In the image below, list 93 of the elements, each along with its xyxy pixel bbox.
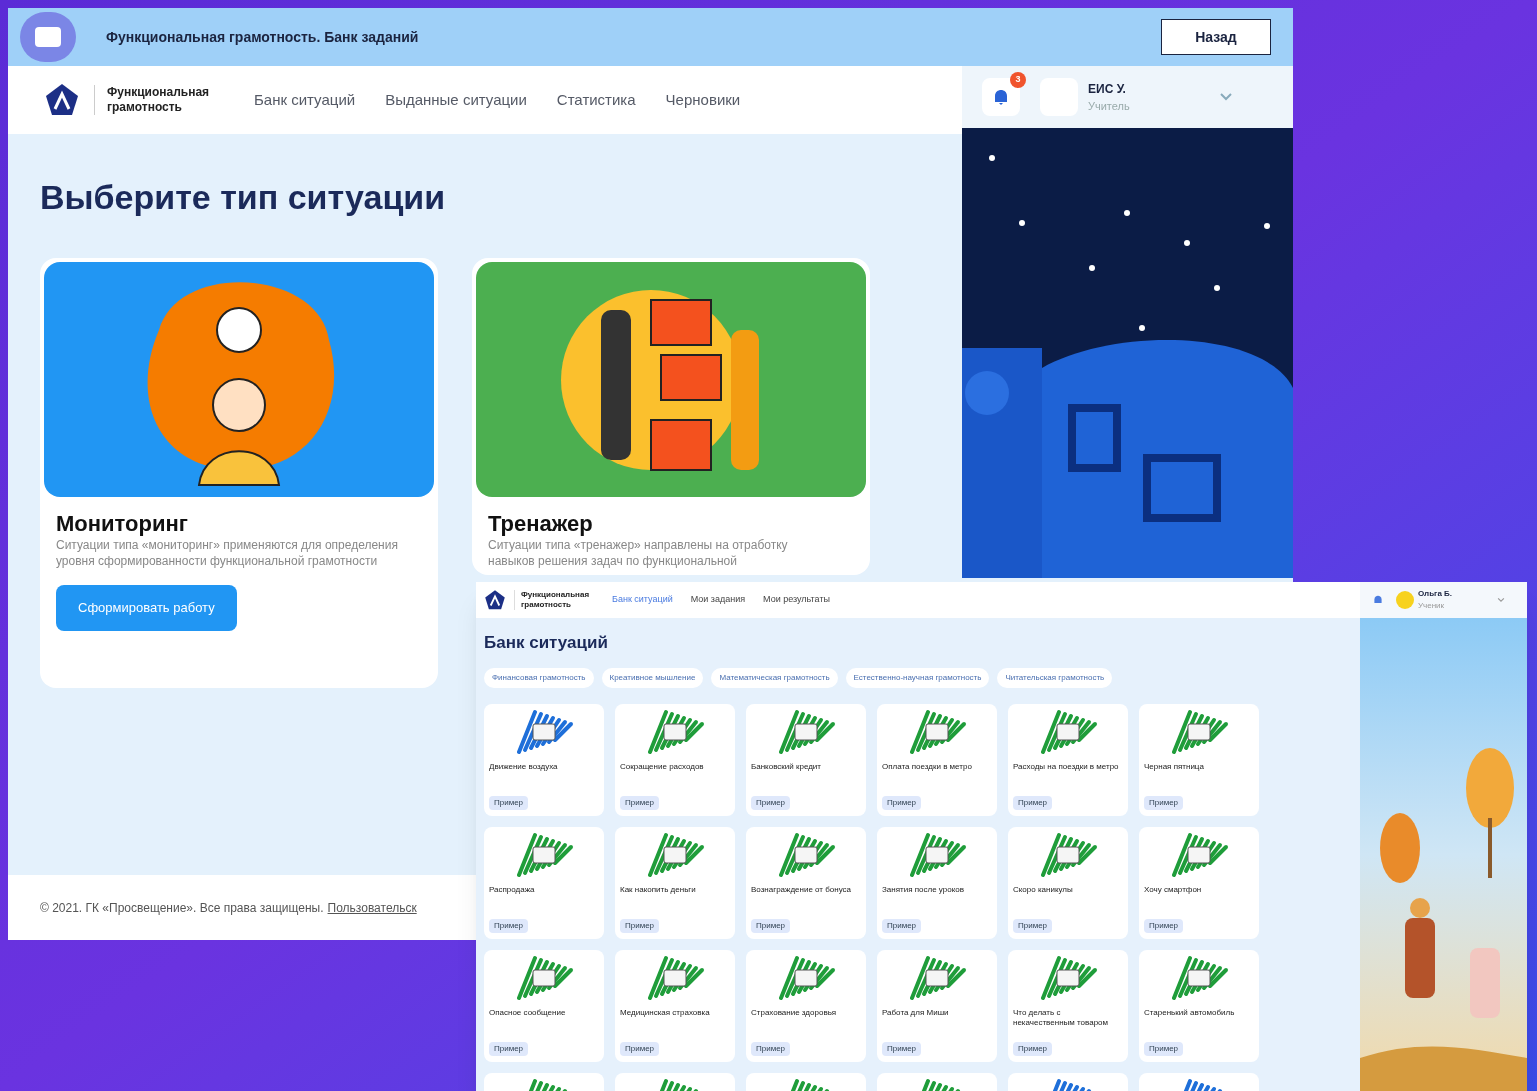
situation-card[interactable]: Движение воздуха Пример	[484, 703, 604, 816]
chevron-down-icon[interactable]	[1219, 92, 1233, 102]
page-heading: Выберите тип ситуации	[40, 177, 447, 217]
situation-tag: Пример	[1013, 918, 1053, 933]
situation-tag: Пример	[751, 795, 791, 810]
situation-card[interactable]: Старенький автомобиль Пример	[1139, 949, 1259, 1062]
situation-tag: Пример	[882, 795, 922, 810]
situation-title: Оплата поездки в метро	[882, 761, 973, 772]
card-description: Ситуации типа «тренажер» направлены на отработку навыков решения задач по функциональной	[488, 537, 789, 569]
situation-tag: Пример	[751, 1041, 791, 1056]
situation-title: Хочу смартфон	[1144, 884, 1203, 895]
page-heading: Банк ситуаций	[484, 632, 609, 654]
situation-tag: Пример	[620, 1041, 660, 1056]
situation-card[interactable]: Черная пятница Пример	[1139, 703, 1259, 816]
situation-card[interactable]: Что делать с некачественным товаром Пример	[1008, 949, 1128, 1062]
nav-link[interactable]: Банк ситуаций	[254, 88, 356, 112]
user-role: Ученик	[1418, 600, 1446, 612]
situation-title: Черная пятница	[1144, 761, 1205, 772]
situation-card[interactable]: Сокращение расходов Пример	[615, 703, 735, 816]
situation-card[interactable]: Медицинская страховка Пример	[615, 949, 735, 1062]
situation-card[interactable]: Страхование здоровья Пример	[746, 949, 866, 1062]
app-emblem-icon	[20, 12, 76, 62]
situation-title: Страхование здоровья	[751, 1007, 838, 1018]
situation-tag: Пример	[489, 918, 529, 933]
card-description: Ситуации типа «мониторинг» применяются для определения уровня сформированности функциональной грамотности	[56, 537, 399, 569]
situation-card[interactable]: Занятия после уроков Пример	[877, 826, 997, 939]
situation-card[interactable]: Вознаграждение от бонуса Пример	[746, 826, 866, 939]
situation-title: Работа для Миши	[882, 1007, 950, 1018]
situation-title: Банковский кредит	[751, 761, 822, 772]
user-role: Учитель	[1088, 98, 1130, 114]
brand-name: Функциональная грамотность	[514, 590, 594, 610]
nav-link[interactable]: Мои задания	[690, 593, 746, 607]
situation-tag: Пример	[882, 918, 922, 933]
situation-tag: Пример	[489, 795, 529, 810]
nav-link[interactable]: Черновики	[665, 88, 741, 112]
back-button[interactable]: Назад	[1161, 19, 1271, 55]
situation-title: Расходы на поездки в метро	[1013, 761, 1120, 772]
situation-tag: Пример	[1144, 1041, 1184, 1056]
notification-badge: 3	[1010, 72, 1026, 88]
nav-link[interactable]: Статистика	[556, 88, 636, 112]
situation-tag: Пример	[1013, 795, 1053, 810]
card-title: Мониторинг	[56, 511, 189, 537]
bell-icon[interactable]	[1372, 594, 1384, 606]
bell-icon[interactable]	[982, 78, 1020, 116]
situation-type-card[interactable]: Мониторинг Ситуации типа «мониторинг» применяются для определения уровня сформированности функциональной грамотности Сформировать работу	[40, 258, 438, 688]
logo-icon	[44, 82, 80, 118]
filter-chip[interactable]: Естественно-научная грамотность	[845, 667, 990, 688]
brand-name: Функциональная грамотность	[94, 85, 224, 115]
situation-title: Движение воздуха	[489, 761, 559, 772]
window-title: Функциональная грамотность. Банк заданий	[106, 27, 419, 47]
filter-chip[interactable]: Читательская грамотность	[997, 667, 1113, 688]
filter-chip[interactable]: Креативное мышление	[601, 667, 704, 688]
situation-card[interactable]: Работа для Миши Пример	[877, 949, 997, 1062]
situation-tag: Пример	[620, 795, 660, 810]
situation-tag: Пример	[489, 1041, 529, 1056]
situation-card[interactable]: Оплата поездки в метро Пример	[877, 703, 997, 816]
user-name: ЕИС У.	[1088, 80, 1127, 98]
situation-title: Старенький автомобиль	[1144, 1007, 1236, 1018]
situation-tag: Пример	[882, 1041, 922, 1056]
filter-chip[interactable]: Финансовая грамотность	[484, 667, 594, 688]
situation-title: Скоро каникулы	[1013, 884, 1074, 895]
chevron-down-icon[interactable]	[1497, 597, 1505, 603]
situation-title: Сокращение расходов	[620, 761, 705, 772]
situation-type-card[interactable]: Тренажер Ситуации типа «тренажер» направлены на отработку навыков решения задач по функциональной	[472, 258, 870, 575]
situation-card[interactable]: Опасное сообщение Пример	[484, 949, 604, 1062]
situation-title: Распродажа	[489, 884, 536, 895]
situation-title: Занятия после уроков	[882, 884, 965, 895]
filter-chip[interactable]: Математическая грамотность	[711, 667, 838, 688]
card-title: Тренажер	[488, 511, 594, 537]
situation-tag: Пример	[620, 918, 660, 933]
user-name: Ольга Б.	[1418, 588, 1453, 600]
situation-tag: Пример	[1144, 795, 1184, 810]
duck-avatar-icon	[1396, 591, 1414, 609]
nav-link[interactable]: Банк ситуаций	[612, 593, 673, 607]
situation-tag: Пример	[751, 918, 791, 933]
situation-card[interactable]: Скоро каникулы Пример	[1008, 826, 1128, 939]
situation-title: Вознаграждение от бонуса	[751, 884, 853, 895]
situation-card[interactable]: Распродажа Пример	[484, 826, 604, 939]
situation-title: Опасное сообщение	[489, 1007, 567, 1018]
logo-icon	[484, 589, 506, 611]
situation-title: Как накопить деньги	[620, 884, 697, 895]
situation-card[interactable]: Как накопить деньги Пример	[615, 826, 735, 939]
copyright-text: © 2021. ГК «Просвещение». Все права защищены.	[40, 899, 324, 917]
situation-card[interactable]: Хочу смартфон Пример	[1139, 826, 1259, 939]
situation-tag: Пример	[1013, 1041, 1053, 1056]
situation-card[interactable]: Расходы на поездки в метро Пример	[1008, 703, 1128, 816]
situation-title: Медицинская страховка	[620, 1007, 711, 1018]
nav-link[interactable]: Мои результаты	[763, 593, 831, 607]
situation-card[interactable]: Банковский кредит Пример	[746, 703, 866, 816]
user-agreement-link[interactable]: Пользовательск	[327, 898, 417, 917]
situation-title: Что делать с некачественным товаром	[1013, 1007, 1110, 1028]
nav-link[interactable]: Выданные ситуации	[385, 88, 527, 112]
situation-tag: Пример	[1144, 918, 1184, 933]
